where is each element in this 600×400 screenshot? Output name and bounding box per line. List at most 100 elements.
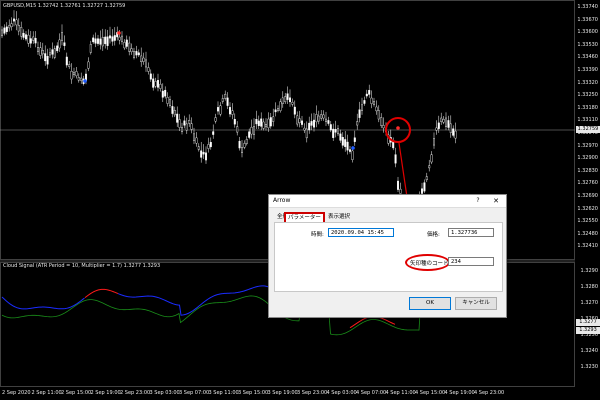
candle-body bbox=[8, 25, 11, 29]
close-button[interactable]: ✕ bbox=[490, 196, 502, 206]
candle-body bbox=[128, 42, 131, 52]
price-tick-label: 1.33460 bbox=[577, 54, 598, 61]
candle-body bbox=[25, 34, 28, 40]
cancel-button[interactable]: キャンセル bbox=[455, 297, 497, 310]
candle-body bbox=[164, 89, 167, 97]
candle-body bbox=[356, 121, 359, 126]
candle-body bbox=[123, 42, 126, 49]
buy-arrow bbox=[351, 146, 355, 150]
candle-body bbox=[1, 29, 4, 37]
candle-body bbox=[399, 188, 402, 194]
arrow-code-label: 矢印種のコード: bbox=[410, 261, 451, 267]
time-tick-label: 4 Sep 23:00 bbox=[474, 390, 505, 396]
price-tick-label: 1.32690 bbox=[577, 193, 598, 199]
arrow-properties-dialog: Arrow ? ✕ 全般 パラメーター 表示選択 時間: 2020.09.04 … bbox=[268, 194, 507, 318]
time-tick-label: 4 Sep 03:00 bbox=[326, 390, 357, 396]
price-tick-label: 1.33250 bbox=[577, 92, 598, 99]
time-tick-label: 3 Sep 19:00 bbox=[267, 390, 298, 396]
buy-arrow bbox=[83, 79, 87, 83]
candle-body bbox=[265, 124, 268, 128]
time-tick-label: 3 Sep 15:00 bbox=[238, 390, 269, 396]
candle-body bbox=[20, 27, 23, 37]
candle-body bbox=[341, 137, 344, 146]
candle-body bbox=[373, 101, 376, 105]
indicator-tick-label: 1.3260 bbox=[580, 316, 599, 322]
candle-body bbox=[289, 97, 292, 103]
tab-display[interactable]: 表示選択 bbox=[326, 213, 352, 222]
indicator-tick-label: 1.3240 bbox=[580, 348, 599, 354]
candle-body bbox=[305, 128, 308, 139]
candle-body bbox=[397, 180, 400, 190]
ok-button[interactable]: OK bbox=[409, 297, 451, 310]
candle-body bbox=[77, 77, 80, 81]
time-tick-label: 3 Sep 11:00 bbox=[208, 390, 239, 396]
candle-body bbox=[195, 137, 198, 144]
candle-body bbox=[320, 114, 323, 119]
price-tick-label: 1.32620 bbox=[577, 205, 598, 212]
candle-body bbox=[125, 39, 128, 47]
candle-body bbox=[51, 49, 54, 55]
candle-body bbox=[351, 150, 354, 160]
candle-body bbox=[111, 36, 114, 42]
candle-body bbox=[293, 106, 296, 115]
highlighted-arrow-annotation bbox=[385, 117, 411, 143]
indicator-line-red bbox=[84, 288, 119, 299]
price-field[interactable]: 1.327736 bbox=[448, 228, 494, 237]
candle-body bbox=[5, 26, 8, 32]
candle-body bbox=[101, 36, 104, 47]
candle-body bbox=[99, 38, 102, 45]
candle-body bbox=[286, 93, 289, 100]
candle-body bbox=[219, 105, 222, 115]
candle-body bbox=[61, 32, 64, 41]
candle-body bbox=[236, 126, 239, 133]
candle-body bbox=[272, 116, 275, 122]
price-tick-label: 1.33390 bbox=[577, 67, 598, 73]
candle-body bbox=[188, 120, 191, 124]
candle-body bbox=[3, 27, 6, 34]
candle-body bbox=[452, 128, 455, 136]
candle-body bbox=[334, 129, 337, 133]
price-tick-label: 1.32480 bbox=[577, 230, 598, 237]
candle-body bbox=[118, 36, 121, 41]
chart-title: GBPUSD,M15 1.32742 1.32761 1.32727 1.327… bbox=[3, 3, 126, 9]
candle-body bbox=[269, 117, 272, 127]
candle-body bbox=[226, 97, 229, 106]
candle-body bbox=[375, 106, 378, 112]
candle-body bbox=[243, 143, 246, 148]
candle-body bbox=[224, 93, 227, 99]
time-field[interactable]: 2020.09.04 15:45 bbox=[328, 228, 394, 237]
candle-body bbox=[370, 97, 373, 104]
candle-body bbox=[190, 123, 193, 130]
price-tick-label: 1.33530 bbox=[577, 41, 598, 48]
candle-body bbox=[279, 101, 282, 111]
candle-body bbox=[15, 19, 18, 26]
candle-body bbox=[44, 53, 47, 62]
candle-body bbox=[185, 123, 188, 131]
candle-body bbox=[322, 114, 325, 119]
candle-body bbox=[132, 51, 135, 58]
price-tick-label: 1.32970 bbox=[577, 142, 598, 149]
candle-body bbox=[329, 124, 332, 131]
candle-body bbox=[135, 51, 138, 56]
candle-body bbox=[267, 118, 270, 129]
candle-body bbox=[228, 107, 231, 115]
candle-body bbox=[361, 104, 364, 111]
candle-body bbox=[32, 36, 35, 41]
time-tick-label: 3 Sep 07:00 bbox=[179, 390, 210, 396]
help-button[interactable]: ? bbox=[472, 196, 484, 206]
candle-body bbox=[339, 133, 342, 141]
candle-body bbox=[262, 121, 265, 129]
candle-body bbox=[435, 127, 438, 131]
candle-body bbox=[214, 117, 217, 122]
dialog-titlebar[interactable]: Arrow ? ✕ bbox=[269, 195, 506, 208]
candle-body bbox=[152, 78, 155, 88]
arrow-code-field[interactable]: 234 bbox=[448, 257, 494, 266]
candle-body bbox=[130, 48, 133, 53]
candle-body bbox=[454, 130, 457, 139]
candle-body bbox=[296, 115, 299, 125]
candle-body bbox=[216, 107, 219, 112]
candle-body bbox=[250, 126, 253, 135]
candle-body bbox=[180, 127, 183, 132]
candle-body bbox=[363, 100, 366, 104]
price-tick-label: 1.32410 bbox=[577, 243, 598, 250]
